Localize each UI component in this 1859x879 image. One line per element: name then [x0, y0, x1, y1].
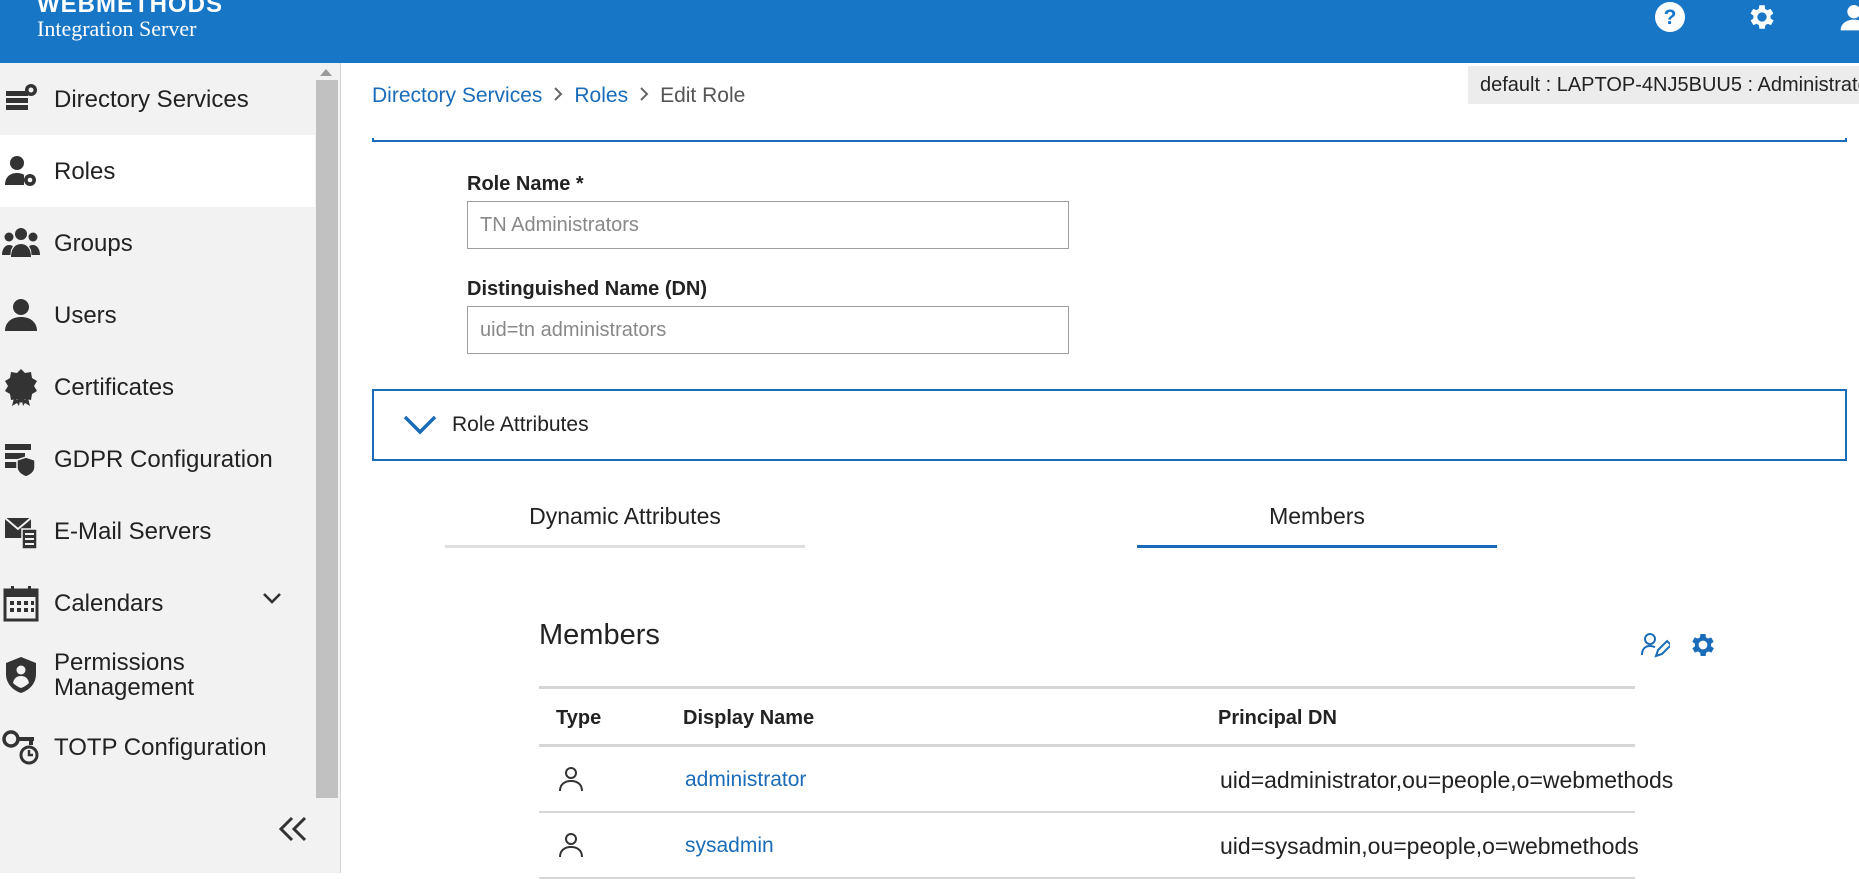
table-row: sysadmin uid=sysadmin,ou=people,o=webmet…	[539, 813, 1639, 879]
table-header: Type Display Name Principal DN	[539, 686, 1635, 747]
section-bottom-border	[372, 138, 1847, 142]
shield-server-icon	[2, 439, 40, 479]
user-icon	[2, 295, 40, 335]
group-icon	[2, 223, 40, 263]
sidebar-item-label: Roles	[54, 157, 116, 185]
user-icon[interactable]	[1837, 0, 1859, 34]
sidebar-item-label: GDPR Configuration	[54, 445, 273, 473]
sidebar-item-totp-configuration[interactable]: TOTP Configuration	[0, 711, 315, 783]
svg-text:?: ?	[1664, 6, 1677, 29]
user-edit-icon	[1641, 633, 1670, 658]
user-gear-icon	[2, 151, 40, 191]
sidebar-item-label: E-Mail Servers	[54, 517, 212, 545]
directory-settings-icon	[2, 79, 40, 119]
breadcrumb-roles[interactable]: Roles	[574, 84, 628, 108]
breadcrumb-current: Edit Role	[660, 84, 746, 107]
sidebar: Directory Services Roles Groups Users Ce…	[0, 63, 341, 873]
sidebar-item-label: TOTP Configuration	[54, 733, 267, 761]
sidebar-item-roles[interactable]: Roles	[0, 135, 315, 207]
double-chevron-left-icon	[278, 816, 307, 842]
column-header-principal-dn[interactable]: Principal DN	[1218, 707, 1337, 730]
sidebar-item-label: Permissions Management	[54, 649, 195, 701]
chevron-down-icon[interactable]	[262, 591, 282, 610]
role-name-input[interactable]	[467, 201, 1069, 249]
role-attributes-accordion[interactable]: Role Attributes	[372, 389, 1847, 461]
member-principal-dn: uid=administrator,ou=people,o=webmethods	[1220, 767, 1674, 793]
edit-members-button[interactable]	[1638, 628, 1672, 662]
accordion-label: Role Attributes	[452, 413, 589, 436]
top-header: WEBMETHODS Integration Server ?	[0, 0, 1859, 63]
sidebar-scrollbar[interactable]	[316, 63, 338, 798]
chevron-right-icon	[552, 85, 564, 108]
member-principal-dn: uid=sysadmin,ou=people,o=webmethods	[1220, 833, 1639, 859]
sidebar-item-e-mail-servers[interactable]: E-Mail Servers	[0, 495, 315, 567]
tab-label: Dynamic Attributes	[529, 503, 721, 529]
chevron-down-icon[interactable]	[402, 413, 438, 442]
dn-input[interactable]	[467, 306, 1069, 354]
scroll-up-arrow-icon[interactable]	[320, 69, 332, 76]
sidebar-item-label: Certificates	[54, 373, 175, 401]
main-content: Directory Services Roles Edit Role defau…	[342, 63, 1859, 879]
sidebar-item-permissions-management[interactable]: Permissions Management	[0, 639, 315, 711]
chevron-right-icon	[638, 85, 650, 108]
sidebar-item-label: Groups	[54, 229, 133, 257]
breadcrumb-directory-services[interactable]: Directory Services	[372, 84, 542, 108]
member-display-name-link[interactable]: sysadmin	[685, 834, 774, 858]
product-name: Integration Server	[37, 16, 197, 41]
member-display-name-link[interactable]: administrator	[685, 768, 806, 792]
shield-person-icon	[2, 655, 40, 695]
role-name-label: Role Name *	[467, 173, 584, 195]
key-clock-icon	[2, 727, 40, 767]
sidebar-item-certificates[interactable]: Certificates	[0, 351, 315, 423]
table-row: administrator uid=administrator,ou=peopl…	[539, 747, 1673, 813]
tab-dynamic-attributes[interactable]: Dynamic Attributes	[445, 493, 805, 548]
sidebar-item-label: Users	[54, 301, 117, 329]
server-info-badge: default : LAPTOP-4NJ5BUU5 : Administrato…	[1468, 66, 1859, 104]
help-circle-icon[interactable]: ?	[1653, 0, 1687, 34]
gear-icon	[1692, 634, 1714, 656]
user-outline-icon	[557, 831, 585, 859]
sidebar-item-label: Calendars	[54, 589, 164, 617]
tab-members[interactable]: Members	[1137, 493, 1497, 548]
tab-label: Members	[1269, 503, 1365, 529]
certificate-badge-icon	[2, 367, 40, 407]
breadcrumb: Directory Services Roles Edit Role	[372, 84, 745, 108]
user-outline-icon	[557, 765, 585, 793]
column-header-display-name[interactable]: Display Name	[683, 707, 814, 730]
sidebar-item-gdpr-configuration[interactable]: GDPR Configuration	[0, 423, 315, 495]
members-settings-button[interactable]	[1686, 628, 1720, 662]
scroll-thumb[interactable]	[316, 80, 338, 798]
sidebar-item-groups[interactable]: Groups	[0, 207, 315, 279]
sidebar-item-directory-services[interactable]: Directory Services	[0, 63, 315, 135]
calendar-icon	[2, 583, 40, 623]
sidebar-item-users[interactable]: Users	[0, 279, 315, 351]
collapse-sidebar-button[interactable]	[273, 809, 313, 849]
column-header-type[interactable]: Type	[556, 707, 601, 730]
dn-label: Distinguished Name (DN)	[467, 278, 708, 300]
sidebar-item-label: Directory Services	[54, 85, 249, 113]
gear-icon[interactable]	[1745, 0, 1779, 34]
mail-server-icon	[2, 511, 40, 551]
sidebar-item-calendars[interactable]: Calendars	[0, 567, 315, 639]
members-section-title: Members	[539, 619, 660, 651]
